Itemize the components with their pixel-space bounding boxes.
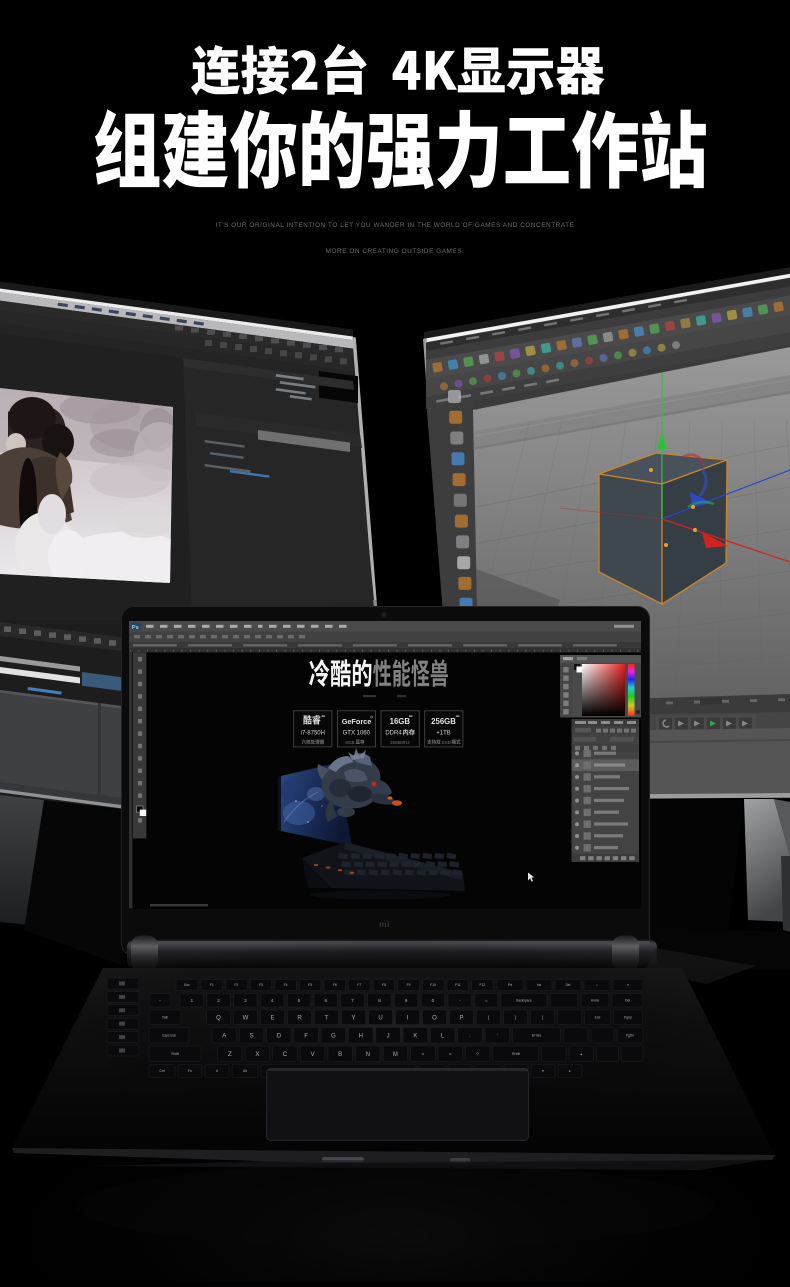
svg-text:End: End xyxy=(595,1015,601,1019)
svg-text:F7: F7 xyxy=(357,983,361,987)
svg-text:7: 7 xyxy=(351,998,354,1004)
svg-text:F1: F1 xyxy=(210,983,214,987)
svg-text:Prt: Prt xyxy=(508,983,512,987)
svg-text:X: X xyxy=(255,1052,259,1058)
svg-text:Alt: Alt xyxy=(243,1069,247,1073)
svg-text:Esc: Esc xyxy=(184,983,190,987)
svg-text:#: # xyxy=(216,1069,218,1073)
svg-text:MORE ON CREATING OUTSIDE GAMES: MORE ON CREATING OUTSIDE GAMES. xyxy=(326,248,465,255)
svg-text:|: | xyxy=(542,1015,543,1020)
svg-text:256GB: 256GB xyxy=(431,717,456,726)
svg-text:Q: Q xyxy=(216,1015,221,1021)
svg-text:mi: mi xyxy=(379,919,390,929)
svg-text:;: ; xyxy=(469,1033,470,1038)
svg-text:F4: F4 xyxy=(284,983,288,987)
svg-text:Shift: Shift xyxy=(171,1051,180,1056)
svg-text:D: D xyxy=(277,1033,282,1039)
svg-text:Ctrl: Ctrl xyxy=(159,1069,165,1073)
svg-text:+1TB: +1TB xyxy=(436,731,451,737)
svg-text:Del: Del xyxy=(566,983,571,987)
svg-text:3: 3 xyxy=(244,998,247,1004)
svg-text:P: P xyxy=(459,1015,463,1021)
svg-text:i7-8750H: i7-8750H xyxy=(301,731,325,737)
svg-text:2: 2 xyxy=(217,998,220,1004)
svg-text:G: G xyxy=(331,1033,336,1039)
svg-text:Ps: Ps xyxy=(132,625,139,631)
svg-text:A: A xyxy=(222,1033,226,1039)
svg-text:N: N xyxy=(366,1052,370,1058)
svg-text:M: M xyxy=(393,1052,398,1058)
svg-text:V: V xyxy=(311,1052,315,1058)
svg-text:F6: F6 xyxy=(333,983,337,987)
svg-text:SSD: SSD xyxy=(442,740,452,745)
svg-text:IT'S OUR ORIGINAL INTENTION TO: IT'S OUR ORIGINAL INTENTION TO LET YOU W… xyxy=(216,222,575,229)
svg-text:2666MHz: 2666MHz xyxy=(390,740,410,745)
svg-text:▼: ▼ xyxy=(542,1069,545,1073)
svg-text:6: 6 xyxy=(324,998,327,1004)
svg-text:=: = xyxy=(485,999,488,1004)
svg-text:0: 0 xyxy=(432,998,435,1004)
svg-text:O: O xyxy=(432,1015,437,1021)
svg-text:6GB: 6GB xyxy=(345,740,354,745)
svg-text:Shift: Shift xyxy=(512,1051,521,1056)
svg-text:F2: F2 xyxy=(234,983,238,987)
svg-text:K: K xyxy=(413,1033,417,1039)
svg-text:Caps lock: Caps lock xyxy=(162,1033,176,1037)
svg-text:W: W xyxy=(243,1015,249,1021)
svg-text:≡: ≡ xyxy=(627,983,629,987)
svg-text:F3: F3 xyxy=(259,983,263,987)
svg-text:F: F xyxy=(304,1033,308,1039)
svg-text:Fn: Fn xyxy=(188,1069,192,1073)
svg-text:R: R xyxy=(297,1015,302,1021)
svg-text:F5: F5 xyxy=(308,983,312,987)
svg-text:B: B xyxy=(338,1052,342,1058)
svg-text:>: > xyxy=(449,1051,452,1056)
svg-text:DDR4: DDR4 xyxy=(385,731,402,737)
svg-text:F8: F8 xyxy=(382,983,386,987)
svg-text:16GB: 16GB xyxy=(390,717,411,726)
svg-text:4: 4 xyxy=(271,998,274,1004)
svg-text:F12: F12 xyxy=(479,983,485,987)
svg-text:J: J xyxy=(387,1033,390,1039)
svg-text:GeForce: GeForce xyxy=(342,717,372,726)
svg-text:5: 5 xyxy=(298,998,301,1004)
svg-text:Ins: Ins xyxy=(537,983,542,987)
svg-text:H: H xyxy=(359,1033,363,1039)
svg-text:PgDn: PgDn xyxy=(626,1033,634,1037)
svg-text:Enter: Enter xyxy=(532,1033,542,1038)
svg-text:U: U xyxy=(378,1015,382,1021)
svg-text:F11: F11 xyxy=(455,983,461,987)
svg-text:Backspace: Backspace xyxy=(516,998,532,1002)
svg-text:Y: Y xyxy=(351,1015,355,1021)
svg-text:GTX 1060: GTX 1060 xyxy=(343,731,371,737)
svg-text:8: 8 xyxy=(378,998,381,1004)
svg-text:T: T xyxy=(325,1015,329,1021)
svg-text:⌂: ⌂ xyxy=(596,983,598,987)
svg-text:<: < xyxy=(422,1051,425,1056)
svg-text:PgUp: PgUp xyxy=(624,1015,632,1019)
svg-text:1: 1 xyxy=(190,998,193,1004)
svg-text:F10: F10 xyxy=(430,983,436,987)
svg-text:Del: Del xyxy=(625,999,630,1003)
svg-text:S: S xyxy=(250,1033,254,1039)
svg-text:Tab: Tab xyxy=(162,1015,169,1020)
svg-text:C: C xyxy=(283,1052,288,1058)
svg-text:►: ► xyxy=(569,1069,572,1073)
svg-text:9: 9 xyxy=(405,998,408,1004)
svg-text:Z: Z xyxy=(228,1052,232,1058)
svg-text:F9: F9 xyxy=(407,983,411,987)
svg-text:▲: ▲ xyxy=(580,1052,583,1056)
svg-text:Home: Home xyxy=(591,998,600,1002)
svg-text:E: E xyxy=(270,1015,274,1021)
svg-text:': ' xyxy=(497,1033,498,1038)
